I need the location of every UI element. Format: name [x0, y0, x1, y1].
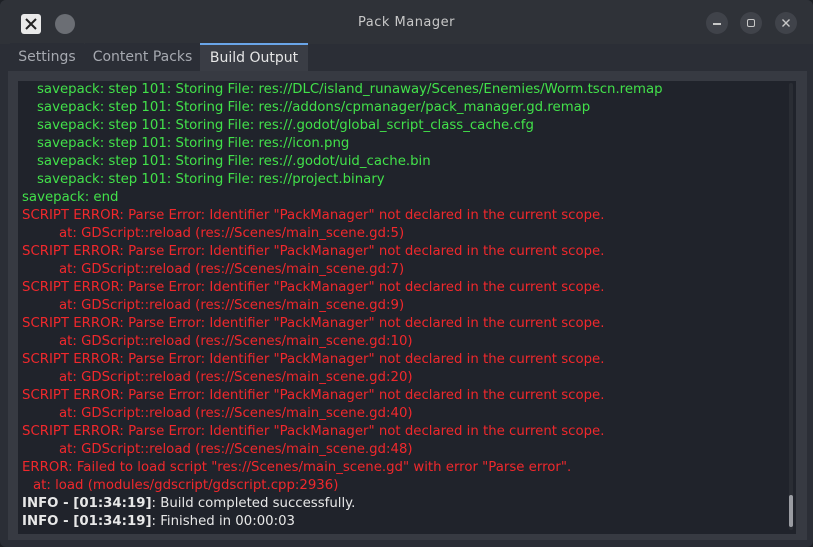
- console-line: INFO - [01:34:19]: Finished in 00:00:03: [22, 513, 782, 531]
- close-icon: [782, 19, 790, 27]
- console-line: at: GDScript::reload (res://Scenes/main_…: [22, 333, 782, 351]
- console-line: savepack: step 101: Storing File: res://…: [22, 117, 782, 135]
- log-text: SCRIPT ERROR: Parse Error: Identifier "P…: [22, 280, 605, 295]
- log-prefix: INFO - [01:34:19]: [22, 514, 152, 529]
- console-line: savepack: step 101: Storing File: res://…: [22, 135, 782, 153]
- tab-build-output[interactable]: Build Output: [200, 43, 308, 71]
- log-text: ERROR: Failed to load script "res://Scen…: [22, 460, 572, 475]
- log-text: SCRIPT ERROR: Parse Error: Identifier "P…: [22, 388, 605, 403]
- log-text: savepack: step 101: Storing File: res://…: [37, 136, 350, 151]
- console-line: SCRIPT ERROR: Parse Error: Identifier "P…: [22, 207, 782, 225]
- log-text: savepack: end: [22, 190, 119, 205]
- log-text: : Finished in 00:00:03: [151, 514, 296, 529]
- scrollbar-thumb[interactable]: [789, 495, 793, 527]
- close-button[interactable]: [775, 12, 797, 34]
- console-line: at: load (modules/gdscript/gdscript.cpp:…: [22, 477, 782, 495]
- console-line: savepack: step 101: Storing File: res://…: [22, 171, 782, 189]
- log-text: at: GDScript::reload (res://Scenes/main_…: [59, 226, 405, 241]
- log-text: savepack: step 101: Storing File: res://…: [37, 154, 431, 169]
- log-text: at: GDScript::reload (res://Scenes/main_…: [59, 370, 413, 385]
- log-text: at: GDScript::reload (res://Scenes/main_…: [59, 262, 405, 277]
- log-text: at: load (modules/gdscript/gdscript.cpp:…: [33, 478, 339, 493]
- log-text: SCRIPT ERROR: Parse Error: Identifier "P…: [22, 352, 605, 367]
- console-line: SCRIPT ERROR: Parse Error: Identifier "P…: [22, 423, 782, 441]
- build-output-console[interactable]: savepack: step 101: Storing File: res://…: [18, 81, 796, 534]
- pack-manager-window: Pack Manager Settings Content Packs Buil…: [0, 0, 813, 547]
- console-line: INFO - [01:34:19]: Build completed succe…: [22, 495, 782, 513]
- log-text: at: GDScript::reload (res://Scenes/main_…: [59, 442, 413, 457]
- log-text: : Build completed successfully.: [151, 496, 356, 511]
- log-text: at: GDScript::reload (res://Scenes/main_…: [59, 298, 405, 313]
- console-line: at: GDScript::reload (res://Scenes/main_…: [22, 297, 782, 315]
- maximize-button[interactable]: [740, 12, 762, 34]
- tab-bar: Settings Content Packs Build Output: [8, 43, 805, 71]
- console-line: savepack: step 101: Storing File: res://…: [22, 153, 782, 171]
- title-bar[interactable]: Pack Manager: [0, 0, 813, 44]
- console-line: SCRIPT ERROR: Parse Error: Identifier "P…: [22, 351, 782, 369]
- log-text: SCRIPT ERROR: Parse Error: Identifier "P…: [22, 208, 605, 223]
- console-line: at: GDScript::reload (res://Scenes/main_…: [22, 261, 782, 279]
- log-text: savepack: step 101: Storing File: res://…: [37, 100, 591, 115]
- console-line: ERROR: Failed to load script "res://Scen…: [22, 459, 782, 477]
- console-line: SCRIPT ERROR: Parse Error: Identifier "P…: [22, 279, 782, 297]
- log-text: SCRIPT ERROR: Parse Error: Identifier "P…: [22, 424, 605, 439]
- tab-settings[interactable]: Settings: [10, 43, 84, 71]
- log-text: at: GDScript::reload (res://Scenes/main_…: [59, 406, 413, 421]
- console-line: at: GDScript::reload (res://Scenes/main_…: [22, 405, 782, 423]
- maximize-icon: [747, 19, 755, 27]
- console-line: savepack: step 101: Storing File: res://…: [22, 99, 782, 117]
- build-output-panel: savepack: step 101: Storing File: res://…: [8, 71, 807, 540]
- console-line: at: GDScript::reload (res://Scenes/main_…: [22, 225, 782, 243]
- console-line: SCRIPT ERROR: Parse Error: Identifier "P…: [22, 243, 782, 261]
- console-lines: savepack: step 101: Storing File: res://…: [22, 81, 782, 531]
- tab-content-packs[interactable]: Content Packs: [85, 43, 200, 71]
- log-text: SCRIPT ERROR: Parse Error: Identifier "P…: [22, 316, 605, 331]
- minimize-button[interactable]: [706, 12, 728, 34]
- console-line: SCRIPT ERROR: Parse Error: Identifier "P…: [22, 387, 782, 405]
- log-text: SCRIPT ERROR: Parse Error: Identifier "P…: [22, 244, 605, 259]
- minimize-icon: [713, 23, 721, 25]
- log-text: at: GDScript::reload (res://Scenes/main_…: [59, 334, 413, 349]
- log-text: savepack: step 101: Storing File: res://…: [37, 172, 385, 187]
- console-line: at: GDScript::reload (res://Scenes/main_…: [22, 441, 782, 459]
- vertical-scrollbar[interactable]: [789, 83, 793, 530]
- log-text: savepack: step 101: Storing File: res://…: [37, 118, 534, 133]
- log-text: savepack: step 101: Storing File: res://…: [37, 82, 663, 97]
- console-line: savepack: end: [22, 189, 782, 207]
- window-title: Pack Manager: [357, 15, 455, 30]
- console-line: savepack: step 101: Storing File: res://…: [22, 81, 782, 99]
- console-line: SCRIPT ERROR: Parse Error: Identifier "P…: [22, 315, 782, 333]
- console-line: at: GDScript::reload (res://Scenes/main_…: [22, 369, 782, 387]
- log-prefix: INFO - [01:34:19]: [22, 496, 152, 511]
